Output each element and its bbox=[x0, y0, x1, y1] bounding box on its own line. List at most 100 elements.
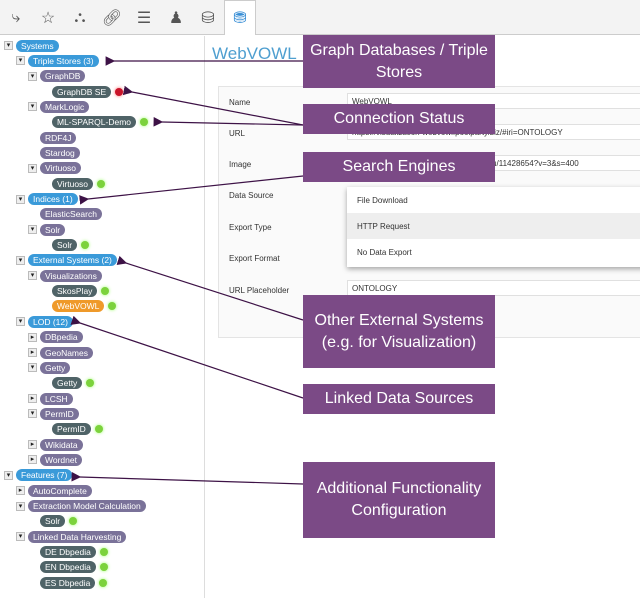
tree-node[interactable]: ▾ Visualizations bbox=[28, 269, 102, 282]
expand-toggle-icon[interactable]: ▸ bbox=[28, 394, 37, 404]
expand-toggle-icon[interactable]: ▸ bbox=[28, 455, 37, 465]
list-icon[interactable]: ☰ bbox=[128, 0, 160, 35]
expand-toggle-icon[interactable]: ▸ bbox=[28, 348, 37, 357]
tree-node-label[interactable]: PermID bbox=[52, 423, 91, 436]
database-icon[interactable]: ⛁ bbox=[192, 0, 224, 35]
tree-node-label[interactable]: Solr bbox=[52, 239, 78, 252]
tree-node-label[interactable]: Virtuoso bbox=[52, 177, 94, 190]
tree-node[interactable]: ▾ External Systems (2) bbox=[16, 254, 117, 267]
link-icon[interactable]: 🔗︎ bbox=[96, 0, 128, 35]
option-no-data-export[interactable]: No Data Export bbox=[347, 239, 640, 265]
tree-node-label[interactable]: RDF4J bbox=[40, 131, 77, 144]
expand-toggle-icon[interactable]: ▸ bbox=[16, 486, 25, 496]
tree-node-label[interactable]: ElasticSearch bbox=[40, 208, 102, 221]
tree-node-label[interactable]: EN Dbpedia bbox=[40, 561, 96, 574]
tree-node-label[interactable]: External Systems (2) bbox=[28, 254, 117, 267]
tree-node[interactable]: DE Dbpedia bbox=[40, 546, 108, 559]
tree-node[interactable]: ▾ Features (7) bbox=[4, 469, 73, 482]
tree-node[interactable]: ▸ Wordnet bbox=[28, 453, 82, 466]
tree-node-label[interactable]: DE Dbpedia bbox=[40, 546, 96, 559]
tree-node[interactable]: ES Dbpedia bbox=[40, 576, 108, 589]
collapse-toggle-icon[interactable]: ▾ bbox=[4, 470, 13, 480]
export-type-dropdown[interactable]: File Download HTTP Request No Data Expor… bbox=[347, 187, 640, 267]
collapse-toggle-icon[interactable]: ▾ bbox=[28, 225, 37, 235]
tree-node[interactable]: ▸ DBpedia bbox=[28, 331, 83, 344]
collapse-toggle-icon[interactable]: ▾ bbox=[28, 363, 37, 373]
tree-node[interactable]: GraphDB SE bbox=[52, 85, 124, 98]
option-http-request[interactable]: HTTP Request bbox=[347, 213, 640, 239]
tree-node[interactable]: ElasticSearch bbox=[40, 208, 102, 221]
tree-node[interactable]: EN Dbpedia bbox=[40, 561, 108, 574]
tree-node[interactable]: ▾ GraphDB bbox=[28, 70, 86, 83]
collapse-toggle-icon[interactable]: ▾ bbox=[16, 194, 25, 204]
tree-node-label[interactable]: GraphDB SE bbox=[52, 85, 112, 98]
tree-node[interactable]: ▾ Triple Stores (3) bbox=[16, 54, 99, 67]
tree-node-label[interactable]: Visualizations bbox=[40, 269, 102, 282]
tree-node-label[interactable]: Virtuoso bbox=[40, 162, 82, 175]
tree-node[interactable]: ▾ Virtuoso bbox=[28, 162, 82, 175]
tree-node-label[interactable]: Wordnet bbox=[40, 453, 82, 466]
tree-node[interactable]: Solr bbox=[40, 515, 78, 528]
tree-node-label[interactable]: Wikidata bbox=[40, 438, 83, 451]
collapse-toggle-icon[interactable]: ▾ bbox=[28, 409, 37, 419]
tree-node[interactable]: WebVOWL bbox=[52, 300, 117, 313]
expand-toggle-icon[interactable]: ▸ bbox=[28, 440, 37, 450]
collapse-toggle-icon[interactable]: ▾ bbox=[28, 271, 37, 281]
tree-node[interactable]: ML-SPARQL-Demo bbox=[52, 116, 148, 129]
collapse-toggle-icon[interactable]: ▾ bbox=[16, 56, 25, 66]
tree-node[interactable]: ▾ Systems bbox=[4, 39, 59, 52]
sitemap-icon[interactable]: ⛬ bbox=[64, 0, 96, 35]
tree-node-label[interactable]: LOD (12) bbox=[28, 315, 73, 328]
collapse-toggle-icon[interactable]: ▾ bbox=[16, 501, 25, 511]
collapse-toggle-icon[interactable]: ▾ bbox=[16, 255, 25, 265]
tree-node[interactable]: ▾ PermID bbox=[28, 407, 79, 420]
option-file-download[interactable]: File Download bbox=[347, 187, 640, 213]
tree-node-label[interactable]: Triple Stores (3) bbox=[28, 54, 99, 67]
tree-node-label[interactable]: Getty bbox=[40, 361, 71, 374]
tree-node[interactable]: ▸ AutoComplete bbox=[16, 484, 92, 497]
tree-node-label[interactable]: Systems bbox=[16, 39, 59, 52]
tree-node-label[interactable]: ES Dbpedia bbox=[40, 576, 96, 589]
tree-node[interactable]: ▸ LCSH bbox=[28, 392, 73, 405]
tree-node-label[interactable]: Getty bbox=[52, 377, 83, 390]
tree-node[interactable]: Stardog bbox=[40, 146, 80, 159]
tree-node[interactable]: ▾ Getty bbox=[28, 361, 71, 374]
tree-node-label[interactable]: PermID bbox=[40, 407, 79, 420]
tree-node[interactable]: ▾ Linked Data Harvesting bbox=[16, 530, 127, 543]
tree-node[interactable]: ▸ GeoNames bbox=[28, 346, 93, 359]
tree-node[interactable]: ▸ Wikidata bbox=[28, 438, 83, 451]
tree-node-label[interactable]: DBpedia bbox=[40, 331, 83, 344]
document-star-icon[interactable]: ☆ bbox=[32, 0, 64, 35]
tree-node-label[interactable]: WebVOWL bbox=[52, 300, 105, 313]
database-active-icon[interactable]: ⛃ bbox=[224, 0, 256, 35]
tree-node-label[interactable]: Stardog bbox=[40, 146, 80, 159]
collapse-toggle-icon[interactable]: ▾ bbox=[28, 102, 37, 112]
user-settings-icon[interactable]: ♟ bbox=[160, 0, 192, 35]
tree-node-label[interactable]: ML-SPARQL-Demo bbox=[52, 116, 136, 129]
tree-node-label[interactable]: Solr bbox=[40, 515, 66, 528]
tree-node-label[interactable]: GraphDB bbox=[40, 70, 86, 83]
tree-node[interactable]: ▾ Extraction Model Calculation bbox=[16, 500, 146, 513]
hierarchy-icon[interactable]: ⤷ bbox=[0, 0, 32, 35]
tree-node[interactable]: ▾ LOD (12) bbox=[16, 315, 73, 328]
tree-node-label[interactable]: AutoComplete bbox=[28, 484, 92, 497]
collapse-toggle-icon[interactable]: ▾ bbox=[16, 317, 25, 327]
collapse-toggle-icon[interactable]: ▾ bbox=[16, 532, 25, 542]
collapse-toggle-icon[interactable]: ▾ bbox=[4, 41, 13, 50]
tree-node[interactable]: ▾ Indices (1) bbox=[16, 193, 78, 206]
tree-node-label[interactable]: Features (7) bbox=[16, 469, 73, 482]
expand-toggle-icon[interactable]: ▸ bbox=[28, 332, 37, 342]
tree-node-label[interactable]: LCSH bbox=[40, 392, 73, 405]
tree-node[interactable]: PermID bbox=[52, 423, 103, 436]
tree-node[interactable]: Virtuoso bbox=[52, 177, 106, 190]
tree-node[interactable]: ▾ MarkLogic bbox=[28, 100, 90, 113]
tree-node[interactable]: RDF4J bbox=[40, 131, 77, 144]
tree-node-label[interactable]: Indices (1) bbox=[28, 193, 78, 205]
tree-node-label[interactable]: SkosPlay bbox=[52, 285, 98, 298]
tree-node[interactable]: Solr bbox=[52, 239, 90, 252]
tree-node[interactable]: ▾ Solr bbox=[28, 223, 66, 236]
collapse-toggle-icon[interactable]: ▾ bbox=[28, 71, 37, 81]
tree-node-label[interactable]: MarkLogic bbox=[40, 100, 90, 113]
collapse-toggle-icon[interactable]: ▾ bbox=[28, 163, 37, 173]
tree-node[interactable]: Getty bbox=[52, 377, 95, 390]
